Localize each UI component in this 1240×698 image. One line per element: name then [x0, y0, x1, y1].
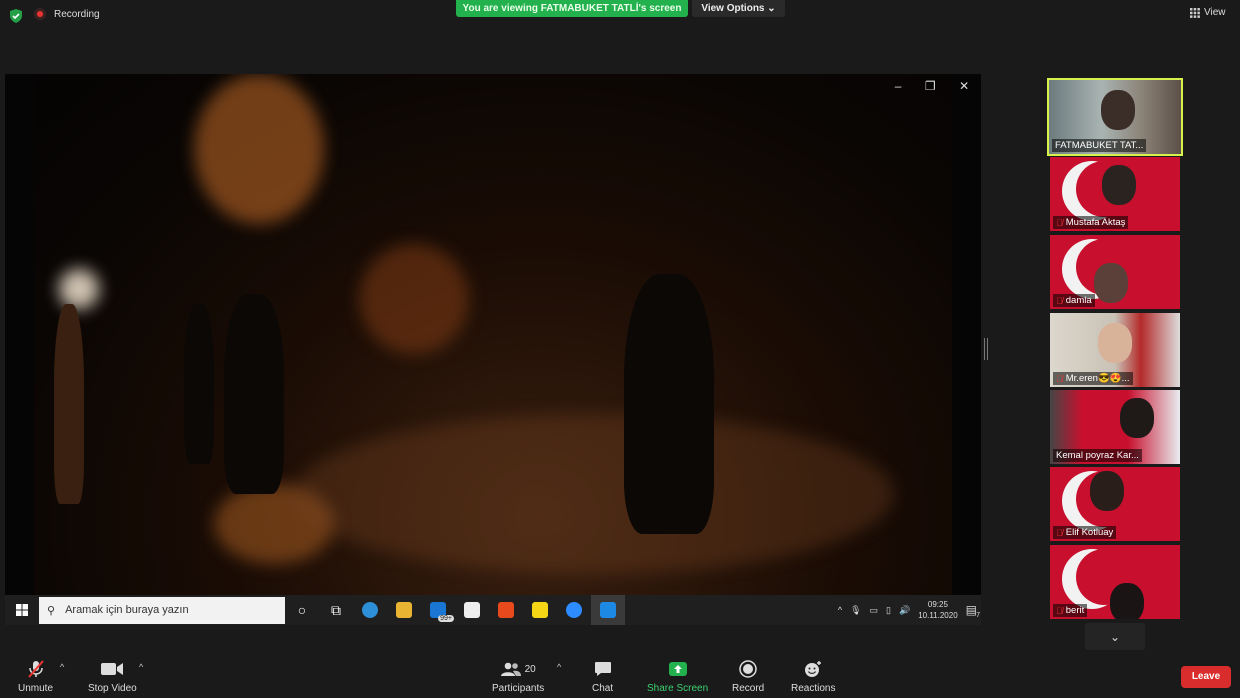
notification-count: 7: [976, 612, 980, 619]
video-camera-icon: [101, 658, 124, 680]
share-screen-button[interactable]: Share Screen: [647, 658, 708, 694]
window-controls: – ❐ ✕: [883, 74, 981, 98]
shared-screen[interactable]: – ❐ ✕ ⚲ Aramak için buraya yazın ○ ⧉ 99+…: [5, 74, 981, 625]
record-icon: [739, 658, 757, 680]
mic-muted-icon: 🎙̸: [1056, 217, 1063, 228]
stop-video-label: Stop Video: [88, 683, 137, 694]
participants-icon: [500, 662, 521, 676]
restore-icon[interactable]: ❐: [925, 79, 936, 93]
recording-label: Recording: [54, 8, 100, 20]
windows-taskbar: ⚲ Aramak için buraya yazın ○ ⧉ 99+ ^ 🎙 ▭…: [5, 595, 981, 625]
security-shield-icon[interactable]: [8, 8, 24, 24]
media-player-icon[interactable]: [591, 595, 625, 625]
participants-label: Participants: [492, 683, 545, 694]
clock-time: 09:25: [927, 600, 948, 609]
meeting-toolbar: Unmute ^ Stop Video ^ 20 Participants ^ …: [0, 650, 1240, 698]
mic-muted-icon: 🎙̸: [1056, 605, 1063, 616]
share-screen-label: Share Screen: [647, 683, 709, 694]
search-icon: ⚲: [47, 604, 56, 617]
system-tray: ^ 🎙 ▭ ▯ 🔊 09:25 10.11.2020 ▤ 7: [838, 595, 980, 625]
office-icon[interactable]: [489, 595, 523, 625]
mic-muted-icon: 🎙̸: [1056, 295, 1063, 306]
file-explorer-icon[interactable]: [387, 595, 421, 625]
gallery-scroll-down-button[interactable]: ⌄: [1085, 623, 1145, 650]
mic-muted-icon: 🎙̸: [1056, 373, 1063, 384]
participant-name: Mr.eren😎😍...: [1065, 373, 1130, 384]
audio-options-caret-icon[interactable]: ^: [60, 662, 64, 672]
clock-date: 10.11.2020: [918, 611, 958, 620]
participant-name: Mustafa Aktaş: [1065, 217, 1126, 228]
view-button[interactable]: View: [1190, 7, 1226, 18]
reactions-smiley-icon: [804, 658, 822, 680]
taskbar-search-placeholder: Aramak için buraya yazın: [65, 604, 189, 616]
reactions-button[interactable]: Reactions: [791, 658, 835, 694]
record-dot-icon: [34, 8, 46, 20]
chat-bubble-icon: [594, 658, 612, 680]
taskbar-clock[interactable]: 09:25 10.11.2020: [918, 599, 957, 621]
reactions-label: Reactions: [791, 683, 836, 694]
mic-muted-icon: [26, 658, 46, 680]
windows-start-icon[interactable]: [5, 595, 39, 625]
volume-icon[interactable]: 🔊: [899, 605, 910, 616]
task-view-icon[interactable]: ⧉: [319, 595, 353, 625]
video-options-caret-icon[interactable]: ^: [139, 662, 143, 672]
participants-button[interactable]: 20 Participants: [492, 658, 544, 694]
unmute-button[interactable]: Unmute: [18, 658, 53, 694]
chat-button[interactable]: Chat: [592, 658, 613, 694]
leave-button[interactable]: Leave: [1181, 666, 1231, 688]
participant-tile[interactable]: 🎙̸ Mr.eren😎😍...: [1050, 313, 1180, 387]
zoom-icon[interactable]: [557, 595, 591, 625]
participant-tile[interactable]: Kemal poyraz Kar...: [1050, 390, 1180, 464]
participants-caret-icon[interactable]: ^: [557, 662, 561, 672]
participant-tile[interactable]: 🎙̸ berit: [1050, 545, 1180, 619]
share-screen-icon: [668, 658, 687, 680]
participant-name: Kemal poyraz Kar...: [1053, 449, 1142, 462]
mail-badge: 99+: [438, 615, 454, 622]
chat-label: Chat: [592, 683, 614, 694]
recording-indicator[interactable]: Recording: [34, 8, 100, 20]
participant-name: berit: [1065, 605, 1085, 616]
grid-icon: [1190, 7, 1200, 18]
participant-tile[interactable]: 🎙̸ Elif Kotluay: [1050, 467, 1180, 541]
participant-name: Elif Kotluay: [1065, 527, 1114, 538]
tray-mic-icon[interactable]: 🎙: [850, 605, 861, 616]
close-icon[interactable]: ✕: [959, 79, 969, 93]
participant-name: damla: [1065, 295, 1092, 306]
participant-tile[interactable]: FATMABUKET TAT...: [1047, 78, 1183, 156]
mail-icon[interactable]: 99+: [421, 595, 455, 625]
record-button[interactable]: Record: [732, 658, 764, 694]
unmute-label: Unmute: [18, 683, 54, 694]
network-icon[interactable]: ▯: [886, 605, 891, 616]
record-label: Record: [732, 683, 765, 694]
store-icon[interactable]: [455, 595, 489, 625]
battery-icon[interactable]: ▭: [870, 605, 879, 616]
edge-icon[interactable]: [353, 595, 387, 625]
taskbar-search-box[interactable]: ⚲ Aramak için buraya yazın: [39, 596, 285, 624]
shared-video-frame: [34, 74, 952, 595]
participant-tile[interactable]: 🎙̸ Mustafa Aktaş: [1050, 157, 1180, 231]
chevron-down-icon: ⌄: [1109, 629, 1121, 644]
sticky-notes-icon[interactable]: [523, 595, 557, 625]
top-bar: Recording You are viewing FATMABUKET TAT…: [0, 0, 1240, 34]
participant-name: FATMABUKET TAT...: [1052, 139, 1147, 152]
minimize-icon[interactable]: –: [895, 79, 902, 93]
viewing-screen-banner: You are viewing FATMABUKET TATLİ's scree…: [456, 0, 688, 17]
mic-muted-icon: 🎙̸: [1056, 527, 1063, 538]
cortana-icon[interactable]: ○: [285, 595, 319, 625]
view-label: View: [1204, 7, 1226, 18]
participant-tile[interactable]: 🎙̸ damla: [1050, 235, 1180, 309]
notification-icon[interactable]: ▤ 7: [966, 603, 980, 619]
view-options-button[interactable]: View Options ⌄: [692, 0, 785, 17]
stop-video-button[interactable]: Stop Video: [88, 658, 137, 694]
panel-splitter-handle[interactable]: [984, 338, 988, 360]
tray-chevron-icon[interactable]: ^: [838, 605, 842, 615]
participants-count: 20: [524, 663, 536, 675]
